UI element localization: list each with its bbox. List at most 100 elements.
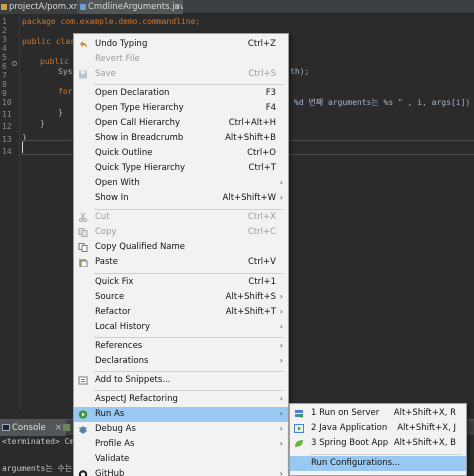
submenu-arrow-icon: › [279,409,283,418]
line-number: 13 [2,135,12,144]
menu-item-show-in-breadcrumb[interactable]: Show in Breadcrumb Alt+Shift+B [74,131,288,146]
submenu-arrow-icon: › [279,178,283,187]
editor-tab-bar: projectA/pom.xml CmdlineArguments.java × [0,0,474,14]
menu-separator [94,371,284,372]
menu-item-show-in[interactable]: Show In Alt+Shift+W › [74,191,288,206]
line-number: 14 [2,147,12,156]
menu-item-debug-as[interactable]: Debug As › [74,422,288,437]
close-console-icon[interactable]: × [55,420,62,436]
line-number: 7 [2,71,7,80]
menu-item-open-call-hierarchy[interactable]: Open Call Hierarchy Ctrl+Alt+H [74,116,288,131]
menu-item-references[interactable]: References › [74,339,288,354]
menu-item-quick-type-hierarchy[interactable]: Quick Type Hierarchy Ctrl+T [74,161,288,176]
line-number: 2 [2,26,7,35]
menu-item-copy-qualified-name[interactable]: Copy Qualified Name [74,240,288,255]
menu-item-save[interactable]: Save Ctrl+S [74,67,288,82]
submenu-arrow-icon: › [279,469,283,476]
line-number: 6 [2,62,7,71]
menu-item-cut[interactable]: Cut Ctrl+X [74,210,288,225]
submenu-arrow-icon: › [279,356,283,365]
console-icon [2,424,10,431]
editor-context-menu: Undo Typing Ctrl+Z Revert File Save Ctrl… [73,33,289,476]
menu-item-open-with[interactable]: Open With › [74,176,288,191]
menu-item-source[interactable]: Source Alt+Shift+S › [74,290,288,305]
menu-separator [94,273,284,274]
line-number: 8 [2,80,7,89]
breakpoint-marker-icon[interactable] [12,61,17,66]
submenu-item-run-configurations[interactable]: Run Configurations... [290,456,466,471]
menu-item-run-as[interactable]: Run As › [74,407,288,422]
line-number: 12 [2,122,12,131]
line-number: 9 [2,89,7,98]
code-line-println-tail: th); [290,67,310,76]
tab-cmdline-arguments-java[interactable]: CmdlineArguments.java × [79,0,183,14]
server-icon [295,410,304,418]
submenu-arrow-icon: › [279,394,283,403]
tab-label: projectA/pom.xml [9,2,78,12]
menu-item-quick-outline[interactable]: Quick Outline Ctrl+O [74,146,288,161]
menu-separator [94,84,284,85]
line-number: 3 [2,35,7,44]
snippets-icon [78,376,88,385]
line-number: 4 [2,44,7,53]
undo-icon [80,41,87,48]
copy-qualified-name-icon [78,243,88,252]
close-tab-icon[interactable]: × [173,0,180,14]
console-tab-label: Console [12,423,46,433]
tab-pom-xml[interactable]: projectA/pom.xml [0,0,78,14]
submenu-arrow-icon: › [279,193,283,202]
submenu-arrow-icon: › [279,341,283,350]
submenu-item-spring-boot-app[interactable]: 3 Spring Boot App Alt+Shift+X, B [290,436,466,451]
problems-icon[interactable] [62,423,71,432]
line-number: 10 [2,98,12,107]
code-line-system: Sys [58,67,73,76]
save-icon [79,70,87,79]
submenu-item-java-application[interactable]: 2 Java Application Alt+Shift+X, J [290,421,466,436]
menu-item-validate[interactable]: Validate [74,452,288,467]
menu-item-copy[interactable]: Copy Ctrl+C [74,225,288,240]
menu-separator [94,390,284,391]
code-line-format-tail: %d 번째 arguments는 %s " , i, args[i]) ); [294,98,474,107]
cut-icon [79,213,87,222]
text-caret [22,142,23,153]
menu-item-github[interactable]: GitHub › [74,467,288,476]
xml-file-icon [1,4,7,10]
java-file-icon [80,4,86,10]
menu-item-quick-fix[interactable]: Quick Fix Ctrl+1 [74,275,288,290]
submenu-arrow-icon: › [279,439,283,448]
menu-item-declarations[interactable]: Declarations › [74,354,288,369]
console-output: arguments는 수는 = [2,464,82,473]
code-line-brace: } [40,119,45,128]
submenu-arrow-icon: › [279,424,283,433]
code-line-for: for [58,87,73,96]
submenu-item-run-on-server[interactable]: 1 Run on Server Alt+Shift+X, R [290,406,466,421]
menu-item-profile-as[interactable]: Profile As › [74,437,288,452]
line-number-gutter: 1 2 3 4 5 6 7 8 9 10 11 12 13 14 [0,15,20,410]
menu-item-undo-typing[interactable]: Undo Typing Ctrl+Z [74,37,288,52]
line-number: 5 [2,53,7,62]
menu-item-open-declaration[interactable]: Open Declaration F3 [74,86,288,101]
copy-icon [78,228,88,237]
spring-boot-icon [295,440,303,447]
line-number: 1 [2,17,7,26]
code-line-class: public clas [22,37,75,46]
debug-icon [79,426,87,434]
code-line-brace: } [58,108,63,117]
menu-separator [310,454,462,455]
menu-item-add-to-snippets[interactable]: Add to Snippets... [74,373,288,388]
line-number: 11 [2,110,12,119]
java-app-icon [294,424,304,433]
menu-item-local-history[interactable]: Local History › [74,320,288,335]
menu-item-paste[interactable]: Paste Ctrl+V [74,255,288,270]
menu-item-aspectj-refactoring[interactable]: AspectJ Refactoring › [74,392,288,407]
menu-item-revert-file[interactable]: Revert File [74,52,288,67]
tab-label: CmdlineArguments.java [88,2,183,12]
menu-item-refactor[interactable]: Refactor Alt+Shift+T › [74,305,288,320]
menu-separator [94,337,284,338]
code-line-method: public [40,57,69,66]
menu-item-open-type-hierarchy[interactable]: Open Type Hierarchy F4 [74,101,288,116]
tab-console[interactable]: Console × [0,420,66,436]
paste-icon [79,259,88,267]
run-icon [78,410,88,419]
submenu-arrow-icon: › [279,322,283,331]
